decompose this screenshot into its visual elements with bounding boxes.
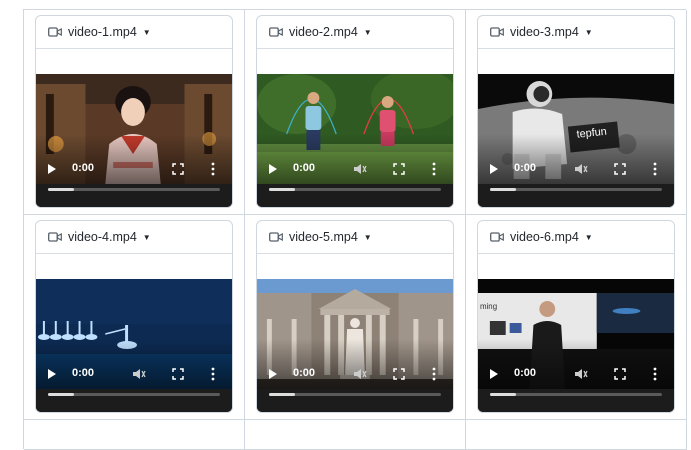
play-icon[interactable] [48,164,56,174]
chevron-down-icon: ▼ [584,232,593,242]
time-display: 0:00 [514,162,537,174]
video-controls: 0:00 [257,159,453,179]
more-vertical-icon[interactable] [210,367,216,381]
file-dropdown[interactable]: video-4.mp4 ▼ [36,221,232,254]
video-grid: video-1.mp4 ▼ 0:00 video-2.mp4 ▼ 0:00 vi… [23,9,687,450]
time-display: 0:00 [72,367,95,379]
time-display: 0:00 [293,367,316,379]
video-player[interactable]: 0:00 [257,279,453,412]
file-name: video-4.mp4 [68,230,137,244]
file-dropdown[interactable]: video-5.mp4 ▼ [257,221,453,254]
more-vertical-icon[interactable] [431,367,437,381]
seek-bar[interactable] [490,393,662,396]
grid-cell: video-4.mp4 ▼ 0:00 [24,215,245,420]
file-name: video-2.mp4 [289,25,358,39]
fullscreen-icon[interactable] [393,163,405,175]
grid-cell: video-5.mp4 ▼ 0:00 [245,215,466,420]
play-icon[interactable] [269,369,277,379]
video-player[interactable]: ming 0:00 [478,279,674,412]
video-controls: 0:00 [478,364,674,384]
volume-muted-icon[interactable] [574,162,588,176]
fullscreen-icon[interactable] [614,163,626,175]
seek-bar[interactable] [490,188,662,191]
video-camera-icon [48,27,62,37]
video-camera-icon [490,27,504,37]
fullscreen-icon[interactable] [614,368,626,380]
video-player[interactable]: 0:00 [36,279,232,412]
play-icon[interactable] [48,369,56,379]
time-display: 0:00 [514,367,537,379]
file-name: video-6.mp4 [510,230,579,244]
fullscreen-icon[interactable] [172,163,184,175]
video-card: video-2.mp4 ▼ 0:00 [256,15,454,208]
play-icon[interactable] [490,369,498,379]
seek-bar[interactable] [269,188,441,191]
file-dropdown[interactable]: video-1.mp4 ▼ [36,16,232,49]
video-camera-icon [269,27,283,37]
play-icon[interactable] [490,164,498,174]
grid-cell: video-3.mp4 ▼ tepfun [466,10,687,215]
fullscreen-icon[interactable] [172,368,184,380]
file-name: video-1.mp4 [68,25,137,39]
screen-text: ming [480,302,497,311]
volume-muted-icon[interactable] [132,367,146,381]
chevron-down-icon: ▼ [142,27,151,37]
more-vertical-icon[interactable] [210,162,216,176]
file-name: video-5.mp4 [289,230,358,244]
time-display: 0:00 [72,162,95,174]
chevron-down-icon: ▼ [363,232,372,242]
video-controls: 0:00 [478,159,674,179]
volume-muted-icon[interactable] [353,367,367,381]
video-controls: 0:00 [36,364,232,384]
chevron-down-icon: ▼ [584,27,593,37]
seek-bar[interactable] [48,393,220,396]
file-dropdown[interactable]: video-6.mp4 ▼ [478,221,674,254]
volume-muted-icon[interactable] [574,367,588,381]
video-camera-icon [269,232,283,242]
more-vertical-icon[interactable] [652,367,658,381]
video-card: video-1.mp4 ▼ 0:00 [35,15,233,208]
chevron-down-icon: ▼ [142,232,151,242]
grid-cell: video-2.mp4 ▼ 0:00 [245,10,466,215]
file-dropdown[interactable]: video-2.mp4 ▼ [257,16,453,49]
more-vertical-icon[interactable] [431,162,437,176]
play-icon[interactable] [269,164,277,174]
seek-bar[interactable] [48,188,220,191]
grid-cell: video-1.mp4 ▼ 0:00 [24,10,245,215]
video-card: video-6.mp4 ▼ ming 0:00 [477,220,675,413]
video-camera-icon [48,232,62,242]
fullscreen-icon[interactable] [393,368,405,380]
video-player[interactable]: tepfun 0:00 [478,74,674,207]
seek-bar[interactable] [269,393,441,396]
time-display: 0:00 [293,162,316,174]
video-controls: 0:00 [36,159,232,179]
grid-cell: video-6.mp4 ▼ ming 0:00 [466,215,687,420]
more-vertical-icon[interactable] [652,162,658,176]
file-name: video-3.mp4 [510,25,579,39]
chevron-down-icon: ▼ [363,27,372,37]
video-player[interactable]: 0:00 [36,74,232,207]
video-controls: 0:00 [257,364,453,384]
video-card: video-5.mp4 ▼ 0:00 [256,220,454,413]
file-dropdown[interactable]: video-3.mp4 ▼ [478,16,674,49]
volume-muted-icon[interactable] [353,162,367,176]
video-card: video-4.mp4 ▼ 0:00 [35,220,233,413]
video-player[interactable]: 0:00 [257,74,453,207]
video-card: video-3.mp4 ▼ tepfun [477,15,675,208]
video-camera-icon [490,232,504,242]
